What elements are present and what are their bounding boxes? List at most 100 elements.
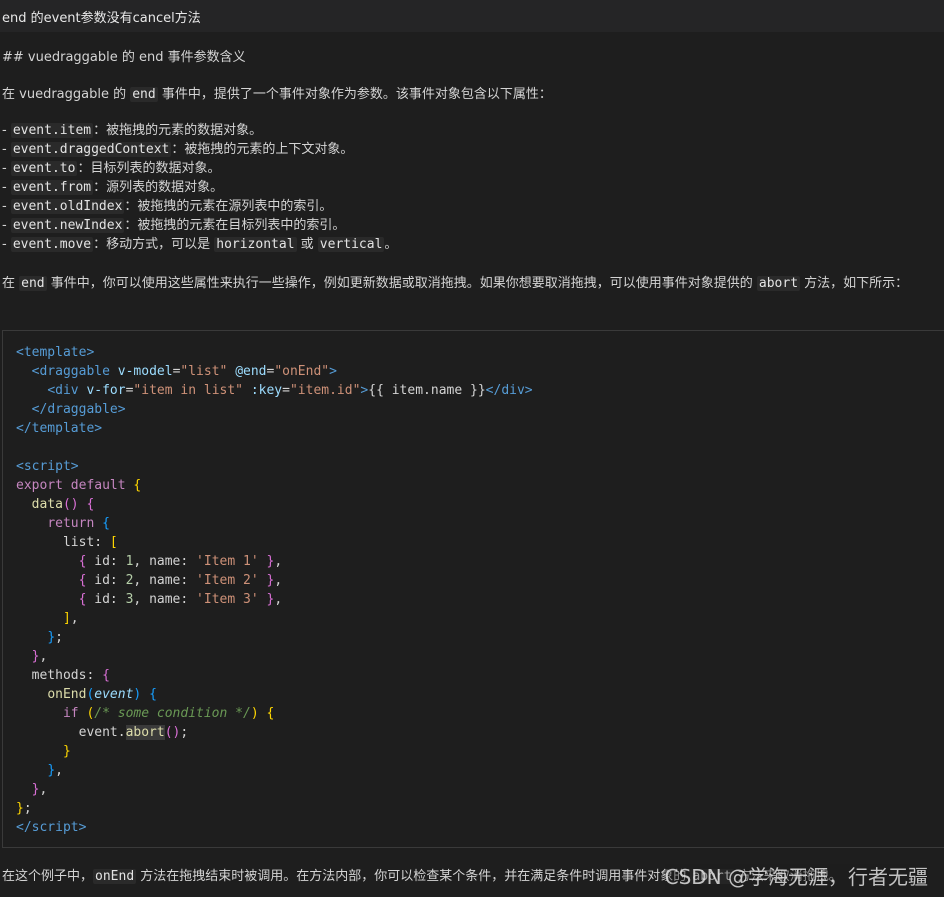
inline-code: horizontal [214,237,297,252]
code-line: { id: 3, name: 'Item 3' }, [16,590,283,609]
text-segment: ：源列表的数据对象。 [93,180,224,195]
code-token: id: [86,573,126,588]
inline-code: event.oldIndex [10,199,125,214]
code-token: { [149,687,157,702]
code-token: 'Item 2' [196,573,259,588]
code-token: v-model [117,364,173,379]
text-segment: ：被拖拽的元素在源列表中的索引。 [124,199,333,214]
code-token: </ [16,421,32,436]
code-token: = [282,383,290,398]
code-token: } [47,763,56,778]
code-token: export [16,478,63,493]
code-line: }, [16,647,48,666]
code-line: </template> [16,419,102,438]
code-token: , [39,782,48,797]
code-line: }, [16,761,63,780]
code-token: 'Item 1' [196,554,259,569]
inline-code: onEnd [93,869,137,884]
code-token: v-for [86,383,126,398]
code-token: 'Item 3' [196,592,259,607]
property-item: - event.draggedContext ：被拖拽的元素的上下文对象。 [2,140,353,159]
code-token: } [16,801,24,816]
code-token: ] [62,611,71,626]
inline-code: event.item [10,123,94,138]
code-token: , [274,573,283,588]
code-token: () [164,725,181,740]
code-token: methods: [16,668,103,683]
property-item: - event.from ：源列表的数据对象。 [2,178,223,197]
code-token: > [94,421,103,436]
code-block[interactable]: <template> <draggable v-model="list" @en… [2,330,944,848]
code-token: { [102,516,110,531]
code-token: draggable [47,402,118,417]
text-segment: 事件中，提供了一个事件对象作为参数。该事件对象包含以下属性： [157,87,552,102]
code-token: event [94,687,134,702]
code-token: id: [86,554,126,569]
code-token: script [31,820,79,835]
code-line: }; [16,628,63,647]
question-title: end 的event参数没有cancel方法 [2,11,201,26]
inline-code: vertical [317,237,385,252]
code-line: <div v-for="item in list" :key="item.id"… [16,381,533,400]
property-item: - event.item ：被拖拽的元素的数据对象。 [2,121,262,140]
text-segment: 在 [2,276,20,291]
inline-code: abort [756,276,801,291]
text-segment: - [2,142,11,157]
code-token: () [62,497,79,512]
code-token: > [86,345,95,360]
code-line: { id: 2, name: 'Item 2' }, [16,571,283,590]
text-segment: ：被拖拽的元素的上下文对象。 [171,142,354,157]
inline-code: event.draggedContext [10,142,172,157]
inline-code: end [130,87,158,102]
text-segment: ：被拖拽的元素的数据对象。 [93,123,263,138]
text-segment: - [2,199,11,214]
text-segment: 方法在拖拽结束时被调用。在方法内部，你可以检查某个条件，并在满足条件时调用事件对… [136,869,691,884]
code-token: :key [250,383,283,398]
code-token: , name: [133,573,197,588]
code-token: script [23,459,71,474]
code-line: ], [16,609,79,628]
code-token: , name: [133,592,197,607]
code-token: { [102,668,110,683]
code-line: <draggable v-model="list" @end="onEnd"> [16,362,337,381]
inline-code: event.to [10,161,78,176]
code-line: methods: { [16,666,110,685]
answer-usage-paragraph: 在 end 事件中，你可以使用这些属性来执行一些操作，例如更新数据或取消拖拽。如… [2,274,908,293]
code-line: { id: 1, name: 'Item 1' }, [16,552,283,571]
code-token: </ [485,383,502,398]
csdn-watermark: CSDN @学海无涯，行者无疆 [664,864,928,890]
code-token: return [47,516,95,531]
code-line: }; [16,799,32,818]
code-token: , name: [133,554,197,569]
inline-code: end [19,276,47,291]
inline-code: event.move [10,237,94,252]
code-line: }, [16,780,48,799]
code-token: , [274,592,283,607]
code-token: event. [16,725,126,740]
text-segment: - [2,161,11,176]
code-token: [ [109,535,118,550]
code-token: , [70,611,79,626]
code-token: } [62,744,71,759]
code-token: > [524,383,533,398]
code-line: list: [ [16,533,118,552]
code-line: return { [16,514,110,533]
code-token: > [78,820,87,835]
code-token: "item.id" [289,383,361,398]
code-token: div [55,383,79,398]
